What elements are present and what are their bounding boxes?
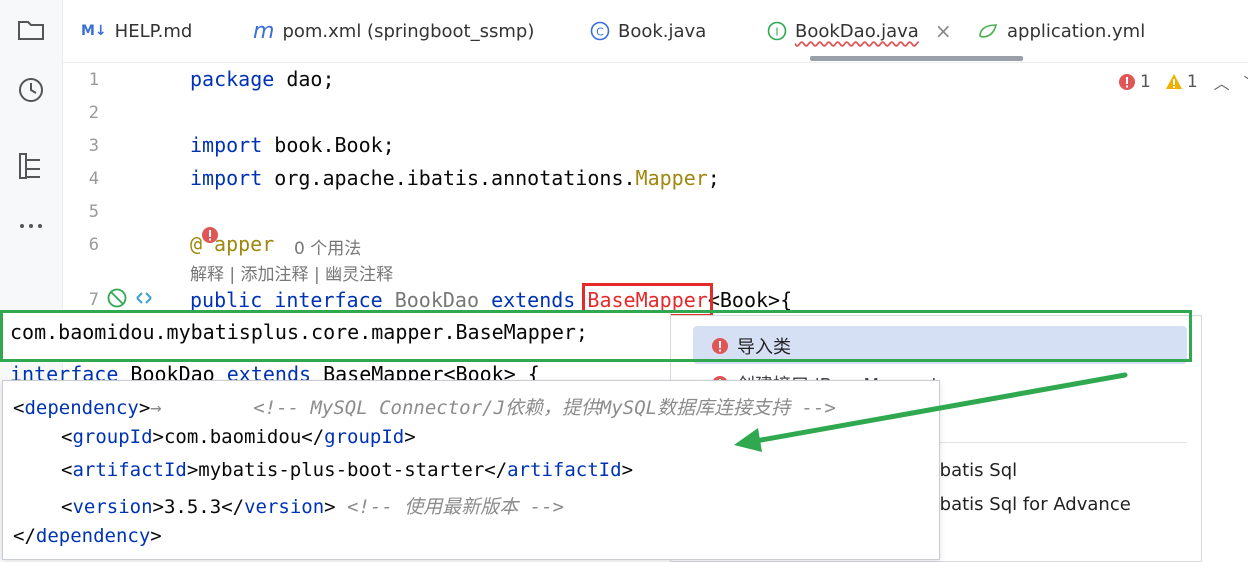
xml-line-artifact: <artifactId>mybatis-plus-boot-starter</a… [61, 459, 634, 481]
editor-tab-bar: M↓ HELP.md m pom.xml (springboot_ssmp) C… [63, 0, 1248, 63]
xml-value: com.baomidou [163, 426, 302, 448]
ai-inline-actions[interactable]: 解释 | 添加注释 | 幽灵注释 [190, 260, 393, 285]
code-text: ; [707, 166, 720, 190]
no-implementation-icon[interactable] [106, 287, 128, 309]
markdown-icon: M↓ [81, 23, 107, 39]
interface-name: BookDao [394, 288, 480, 312]
warning-icon [1165, 74, 1182, 89]
tab-book-java[interactable]: C Book.java [590, 0, 706, 62]
xml-line-close: </dependency> [13, 525, 162, 547]
usage-hint[interactable]: 0 个用法 [294, 234, 361, 259]
clock-icon[interactable] [15, 74, 47, 106]
arrow-glyph: → [150, 397, 162, 419]
code-line-7: public interface BookDao extends BaseMap… [190, 283, 793, 317]
quick-fix-label: ybatis Sql [929, 459, 1018, 481]
quick-fix-label: ybatis Sql for Advance [929, 493, 1131, 515]
xml-tag: dependency [24, 397, 139, 419]
code-text: <Book>{ [707, 288, 793, 312]
quick-fix-mybatis-sql[interactable]: ybatis Sql [929, 452, 1017, 488]
annotation-text: apper [214, 232, 275, 256]
structure-icon[interactable] [15, 150, 47, 182]
line-number: 2 [88, 103, 99, 123]
tab-help-md[interactable]: M↓ HELP.md [81, 0, 192, 62]
xml-tag: version [72, 496, 153, 518]
active-tab-indicator [810, 56, 1023, 61]
tab-bookdao-java[interactable]: I BookDao.java × [767, 0, 952, 62]
xml-tag: artifactId [507, 459, 622, 481]
line-number: 7 [88, 290, 99, 310]
line-number: 6 [88, 235, 99, 255]
interface-icon: I [767, 21, 787, 41]
keyword: extends [491, 288, 576, 312]
warning-count: 1 [1186, 72, 1198, 92]
tab-application-yml[interactable]: application.yml [977, 0, 1145, 62]
code-text: dao; [274, 67, 335, 91]
xml-value: 3.5.3 [163, 496, 222, 518]
tab-pom-xml[interactable]: m pom.xml (springboot_ssmp) [253, 0, 534, 62]
navigate-icon[interactable] [133, 288, 155, 308]
tab-label: HELP.md [114, 20, 193, 42]
keyword: package [190, 67, 275, 91]
unresolved-symbol[interactable]: BaseMapper [582, 283, 713, 317]
folder-icon[interactable] [15, 14, 47, 46]
code-text: org.apache.ibatis.annotations. [262, 166, 636, 190]
more-icon[interactable] [15, 210, 47, 242]
xml-tag: version [244, 496, 325, 518]
tab-label: pom.xml (springboot_ssmp) [282, 20, 535, 42]
xml-tag: artifactId [72, 459, 187, 481]
code-line-1: package dao; [190, 67, 335, 91]
tab-label: application.yml [1007, 20, 1146, 42]
quick-fix-mybatis-sql-advance[interactable]: ybatis Sql for Advance [929, 486, 1131, 522]
annotation-arrow [734, 372, 1128, 452]
tab-label: Book.java [618, 20, 707, 42]
svg-text:I: I [775, 26, 778, 39]
svg-text:C: C [596, 26, 604, 39]
error-icon[interactable] [201, 226, 219, 246]
keyword: import [190, 166, 263, 190]
code-text: book.Book; [262, 133, 395, 157]
line-number: 4 [88, 169, 99, 189]
annotation-text: Mapper [635, 166, 708, 190]
xml-line-version: <version>3.5.3</version> <!-- 使用最新版本 --> [61, 496, 564, 518]
code-line-3: import book.Book; [190, 133, 395, 157]
xml-tag: groupId [72, 426, 153, 448]
keyword: public [190, 288, 263, 312]
error-icon [1119, 74, 1135, 90]
keyword: interface [274, 288, 383, 312]
suggestion-highlight-box [0, 310, 1192, 362]
chevron-up-icon[interactable]: ︿ [1214, 70, 1230, 94]
keyword: import [190, 133, 263, 157]
problems-counter[interactable]: 1 1 ︿ ﹀ [1118, 70, 1248, 94]
line-number: 1 [88, 70, 99, 90]
chevron-down-icon[interactable]: ﹀ [1244, 70, 1248, 94]
line-number: 3 [88, 136, 99, 156]
close-icon[interactable]: × [935, 19, 952, 43]
class-icon: C [590, 21, 610, 41]
maven-icon: m [253, 18, 275, 44]
xml-comment: <!-- 使用最新版本 --> [347, 496, 564, 518]
spring-yaml-icon [977, 21, 999, 41]
xml-tag: groupId [324, 426, 405, 448]
xml-line-group: <groupId>com.baomidou</groupId> [61, 426, 416, 448]
tab-label: BookDao.java [795, 20, 919, 42]
error-count: 1 [1140, 72, 1151, 92]
xml-value: mybatis-plus-boot-starter [198, 459, 485, 481]
line-number: 5 [88, 202, 99, 222]
xml-tag: dependency [35, 525, 151, 547]
xml-line-open: <dependency>→ <!-- MySQL Connector/J依赖，提… [13, 397, 836, 419]
code-line-4: import org.apache.ibatis.annotations.Map… [190, 166, 720, 190]
